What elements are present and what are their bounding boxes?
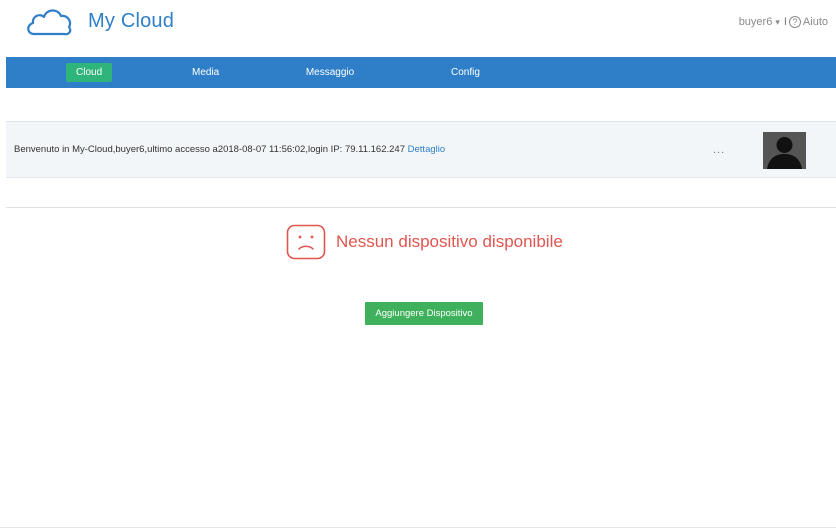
- header: My Cloud buyer6 ▾ I ? Aiuto: [0, 0, 836, 56]
- add-device-button[interactable]: Aggiungere Dispositivo: [365, 302, 483, 325]
- welcome-message: Benvenuto in My-Cloud,buyer6,ultimo acce…: [14, 144, 445, 155]
- welcome-text: Benvenuto in My-Cloud,buyer6,ultimo acce…: [14, 144, 408, 155]
- tab-cloud[interactable]: Cloud: [66, 63, 113, 82]
- sad-face-icon: [286, 224, 326, 260]
- username-dropdown[interactable]: buyer6: [739, 16, 773, 28]
- empty-state: Nessun dispositivo disponibile: [286, 224, 563, 260]
- user-avatar-icon[interactable]: [763, 132, 806, 169]
- footer-divider: [0, 527, 836, 528]
- page: My Cloud buyer6 ▾ I ? Aiuto Cloud Media …: [0, 0, 836, 529]
- empty-message: Nessun dispositivo disponibile: [336, 232, 563, 251]
- divider: [6, 207, 836, 208]
- logo[interactable]: My Cloud: [24, 4, 174, 38]
- separator: I: [783, 16, 787, 28]
- tab-config[interactable]: Config: [451, 63, 480, 82]
- more-options[interactable]: ...: [713, 144, 725, 156]
- chevron-down-icon[interactable]: ▾: [775, 17, 780, 28]
- main-nav: Cloud Media Messaggio Config: [6, 57, 836, 88]
- app-title: My Cloud: [88, 9, 175, 32]
- help-circle-icon[interactable]: ?: [788, 16, 801, 28]
- detail-link[interactable]: Dettaglio: [408, 144, 446, 155]
- user-menu: buyer6 ▾ I ? Aiuto: [739, 16, 828, 28]
- cloud-icon: [24, 4, 74, 38]
- tab-messaggio[interactable]: Messaggio: [303, 63, 357, 82]
- help-link[interactable]: Aiuto: [803, 16, 828, 28]
- welcome-bar: Benvenuto in My-Cloud,buyer6,ultimo acce…: [6, 121, 836, 178]
- tab-media[interactable]: Media: [192, 63, 219, 82]
